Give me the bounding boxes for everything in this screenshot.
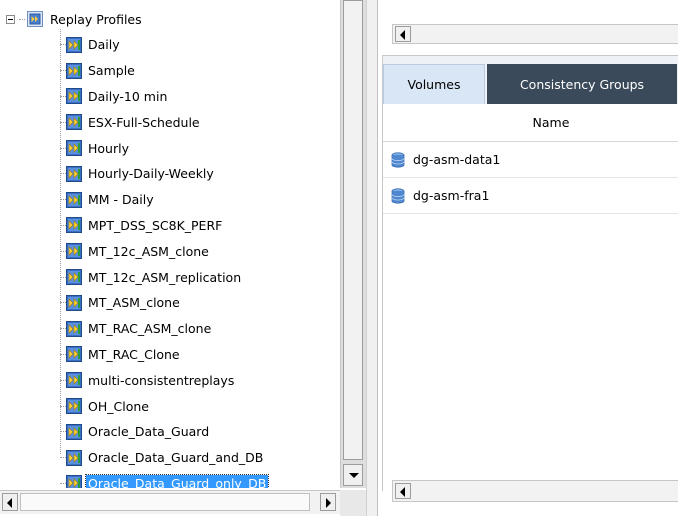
- scroll-left-button[interactable]: [2, 493, 18, 511]
- tree-item[interactable]: Daily-10 min: [60, 84, 268, 110]
- table-row[interactable]: dg-asm-data1: [383, 142, 678, 178]
- tree-item-label: MT_12c_ASM_replication: [88, 269, 242, 285]
- bottom-scroll-left-button[interactable]: [395, 483, 411, 499]
- tree-item[interactable]: MT_12c_ASM_clone: [60, 238, 268, 264]
- tree-item-label: MT_ASM_clone: [88, 295, 180, 311]
- replay-profiles-tree: Replay Profiles Daily Sample Daily-10 min E…: [0, 0, 340, 488]
- arrow-left-icon: [7, 498, 12, 508]
- tree-item-label: MPT_DSS_SC8K_PERF: [88, 217, 223, 233]
- replay-profile-icon: [66, 37, 82, 53]
- scroll-down-button[interactable]: [343, 464, 363, 486]
- tree-vertical-scrollbar[interactable]: [340, 0, 366, 488]
- replay-profile-icon: [66, 269, 82, 285]
- replay-profile-icon: [66, 475, 82, 488]
- volume-name: dg-asm-fra1: [413, 188, 490, 203]
- tree-item[interactable]: ESX-Full-Schedule: [60, 109, 268, 135]
- tree-item[interactable]: MM - Daily: [60, 187, 268, 213]
- replay-profile-icon: [66, 192, 82, 208]
- tree-item-label: MT_RAC_ASM_clone: [88, 321, 212, 337]
- replay-profile-icon: [66, 398, 82, 414]
- tree-item[interactable]: MT_12c_ASM_replication: [60, 264, 268, 290]
- replay-profiles-pane: Replay Profiles Daily Sample Daily-10 min E…: [0, 0, 366, 516]
- tree-item-label: MT_RAC_Clone: [88, 346, 180, 362]
- tree-item[interactable]: multi-consistentreplays: [60, 367, 268, 393]
- replay-profile-icon: [66, 140, 82, 156]
- replay-profile-icon: [66, 63, 82, 79]
- volumes-list: dg-asm-data1 dg-asm-fra1: [383, 142, 678, 214]
- tree-item[interactable]: Sample: [60, 58, 268, 84]
- scroll-right-button[interactable]: [320, 493, 336, 511]
- tree-item-label: MT_12c_ASM_clone: [88, 243, 209, 259]
- tree-item[interactable]: Oracle_Data_Guard_only_DB: [60, 471, 270, 488]
- tree-item-label: ESX-Full-Schedule: [88, 114, 200, 130]
- tree-item[interactable]: Oracle_Data_Guard_and_DB: [60, 445, 268, 471]
- tree-item-label: OH_Clone: [88, 398, 149, 414]
- tree-item[interactable]: MT_RAC_Clone: [60, 342, 268, 368]
- top-scroll-left-button[interactable]: [395, 26, 411, 42]
- details-pane: Volumes Consistency Groups Name dg-asm-d…: [378, 0, 678, 516]
- replay-profile-icon: [66, 114, 82, 130]
- replay-profile-icon: [66, 321, 82, 337]
- replay-profile-icon: [66, 166, 82, 182]
- details-tabs: Volumes Consistency Groups Name dg-asm-d…: [382, 55, 678, 491]
- replay-profile-icon: [66, 88, 82, 104]
- tab-volumes[interactable]: Volumes: [383, 64, 485, 104]
- tree-item-label: Sample: [88, 63, 135, 79]
- tree-root-label: Replay Profiles: [50, 11, 142, 27]
- arrow-down-icon: [349, 473, 359, 478]
- tree-item-label: Hourly-Daily-Weekly: [88, 166, 214, 182]
- arrow-left-icon: [400, 487, 405, 497]
- tab-consistency-groups[interactable]: Consistency Groups: [487, 64, 677, 104]
- tree-horizontal-scroll-thumb[interactable]: [20, 493, 310, 511]
- arrow-right-icon: [326, 498, 331, 508]
- replay-profile-icon: [66, 295, 82, 311]
- replay-profile-icon: [66, 372, 82, 388]
- tree-items: Daily Sample Daily-10 min ESX-Full-Schedule…: [60, 32, 270, 488]
- database-volume-icon: [391, 188, 405, 204]
- tree-item-label: Daily: [88, 37, 120, 53]
- database-volume-icon: [391, 152, 405, 168]
- replay-profile-icon: [66, 450, 82, 466]
- bottom-horizontal-scrollbar[interactable]: [392, 480, 678, 502]
- tree-item-label: Oracle_Data_Guard_only_DB: [84, 473, 270, 488]
- tree-item-label: MM - Daily: [88, 192, 154, 208]
- tree-item[interactable]: MPT_DSS_SC8K_PERF: [60, 213, 268, 239]
- tree-item[interactable]: Hourly: [60, 135, 268, 161]
- tab-strip: Volumes Consistency Groups: [383, 56, 678, 104]
- column-header-name[interactable]: Name: [383, 104, 678, 142]
- top-horizontal-scrollbar[interactable]: [392, 24, 678, 44]
- tree-item-label: Oracle_Data_Guard: [88, 424, 210, 440]
- scrollbar-corner: [340, 490, 366, 516]
- replay-profiles-folder-icon: [27, 11, 43, 27]
- tree-item[interactable]: Hourly-Daily-Weekly: [60, 161, 268, 187]
- replay-profile-icon: [66, 217, 82, 233]
- tree-item-label: multi-consistentreplays: [88, 372, 235, 388]
- replay-profile-icon: [66, 243, 82, 259]
- pane-splitter[interactable]: [366, 0, 378, 516]
- replay-profile-icon: [66, 346, 82, 362]
- arrow-left-icon: [400, 30, 405, 40]
- tree-item-label: Daily-10 min: [88, 88, 168, 104]
- tree-item-label: Hourly: [88, 140, 129, 156]
- tree-item[interactable]: OH_Clone: [60, 393, 268, 419]
- tree-horizontal-scrollbar[interactable]: [0, 490, 340, 514]
- tree-item[interactable]: MT_ASM_clone: [60, 290, 268, 316]
- tree-root-replay-profiles[interactable]: Replay Profiles: [6, 9, 144, 29]
- table-row[interactable]: dg-asm-fra1: [383, 178, 678, 214]
- tree-vertical-scroll-thumb[interactable]: [343, 0, 363, 460]
- tree-item[interactable]: MT_RAC_ASM_clone: [60, 316, 268, 342]
- tree-item-label: Oracle_Data_Guard_and_DB: [88, 450, 264, 466]
- tree-item[interactable]: Daily: [60, 32, 268, 58]
- replay-profile-icon: [66, 424, 82, 440]
- tree-item[interactable]: Oracle_Data_Guard: [60, 419, 268, 445]
- volume-name: dg-asm-data1: [413, 152, 501, 167]
- collapse-icon[interactable]: [6, 14, 15, 24]
